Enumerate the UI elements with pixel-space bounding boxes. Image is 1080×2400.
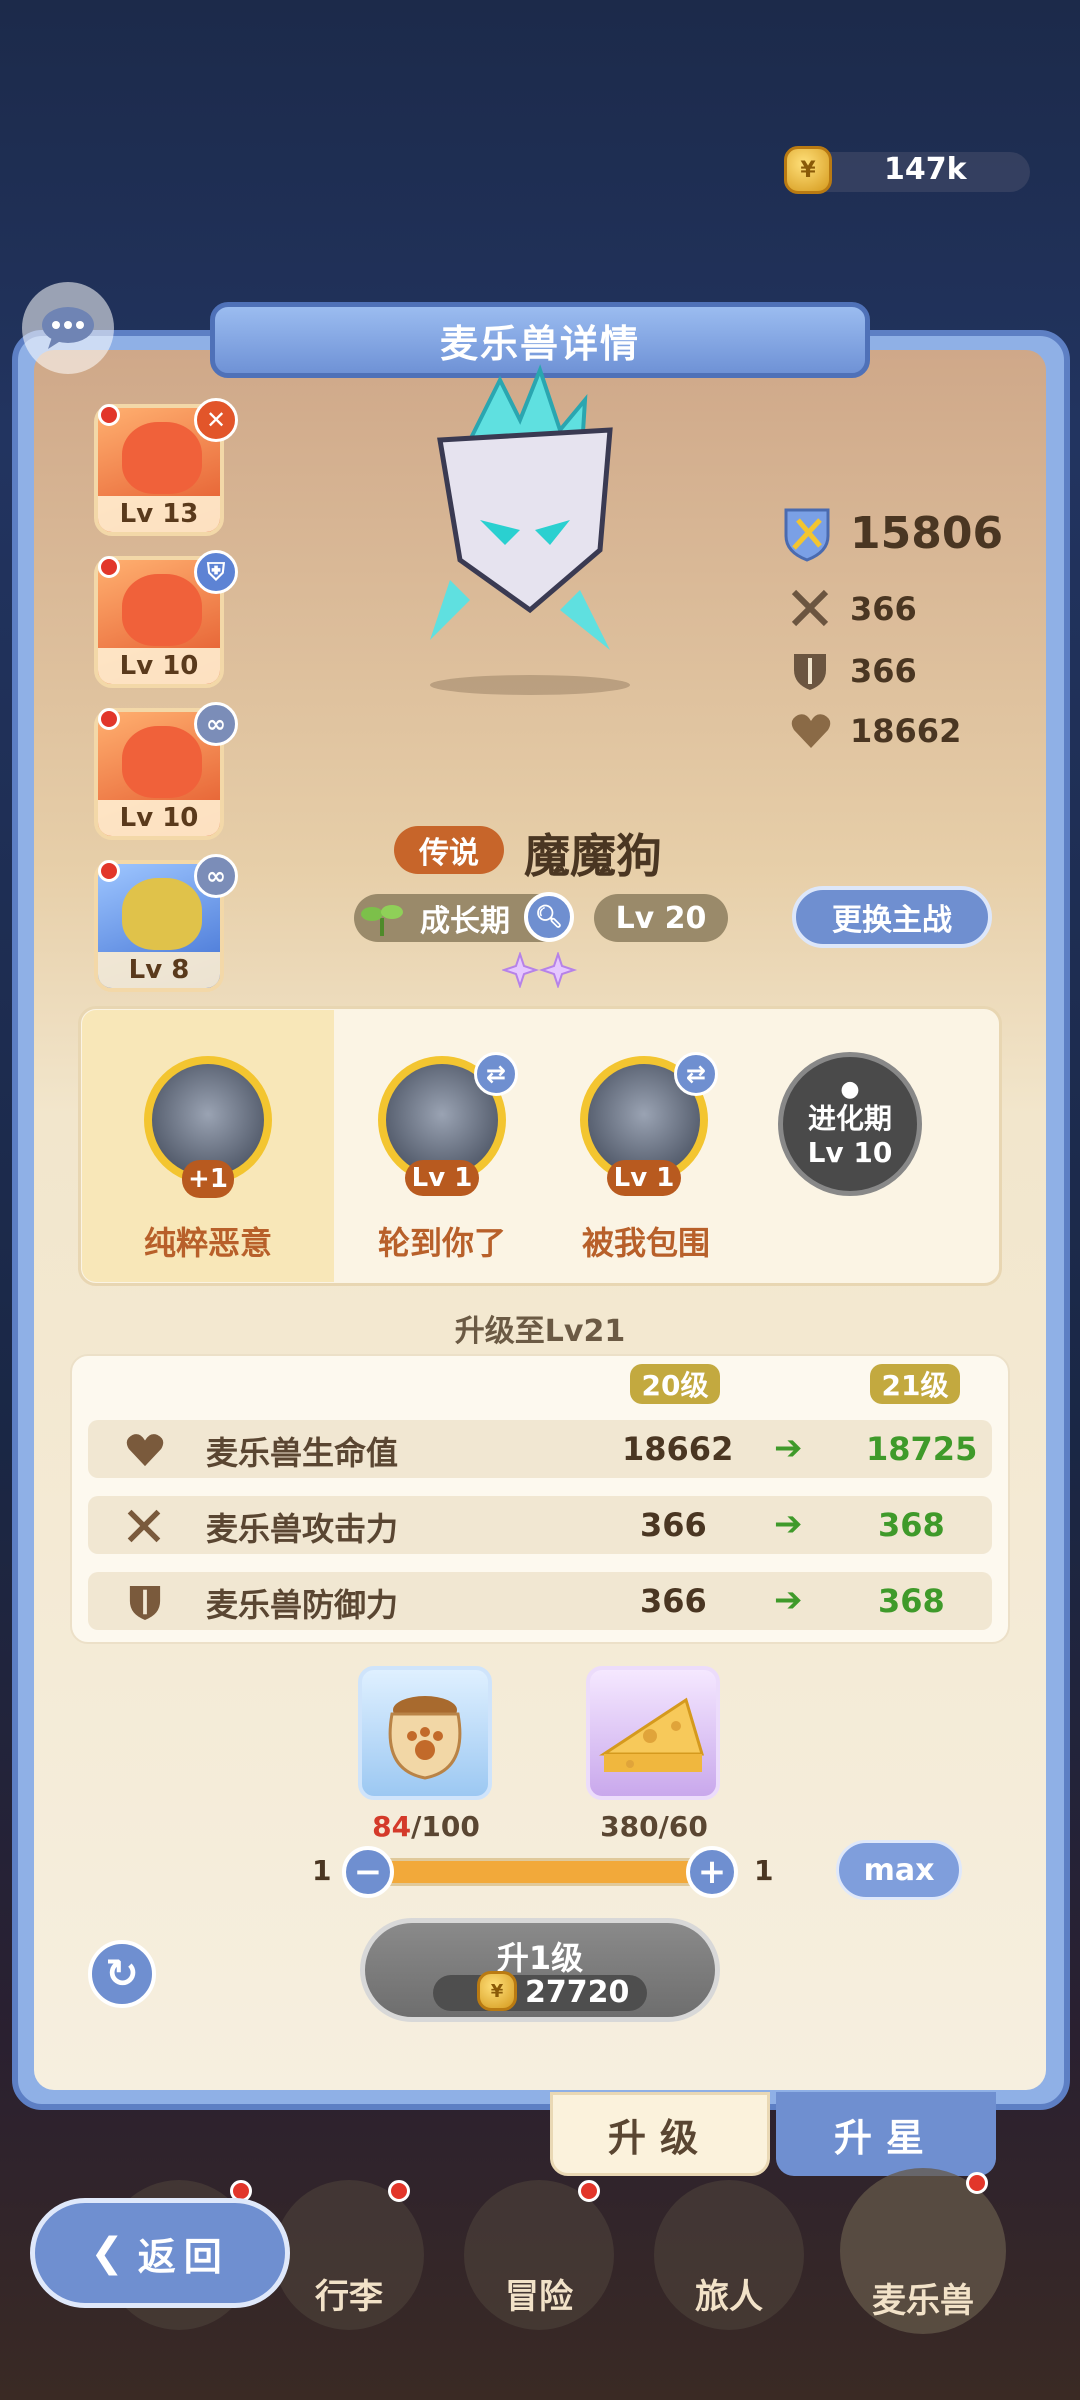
skill-2-level: Lv 1: [405, 1160, 479, 1196]
row-new-value: 18725: [866, 1430, 978, 1468]
pet-slot-level: Lv 8: [98, 952, 220, 988]
swords-icon: [127, 1509, 161, 1543]
pet-level: Lv 20: [594, 894, 728, 942]
tab-upgrade[interactable]: 升级: [550, 2092, 770, 2176]
food-bag-count: 84/100: [326, 1810, 526, 1843]
food-bag-need: /100: [411, 1810, 480, 1843]
gold-coin-icon: ¥: [784, 146, 832, 194]
rarity-badge: 传说: [394, 826, 504, 874]
magnifier-icon: 🔍︎: [535, 904, 563, 930]
notification-dot: [98, 404, 120, 426]
pet-slot-level: Lv 10: [98, 648, 220, 684]
food-bag-icon: [388, 1696, 462, 1780]
locked-stage: 进化期: [807, 1102, 892, 1135]
skill-1-badge: +1: [182, 1160, 234, 1198]
skill-2-name: 轮到你了: [377, 1224, 506, 1262]
nav-adventure-label: 冒险: [505, 2277, 573, 2317]
arrow-right-icon: ➔: [774, 1428, 803, 1468]
swap-icon[interactable]: ⇄: [674, 1052, 718, 1096]
cheese-icon: [598, 1697, 705, 1772]
row-new-value: 368: [878, 1582, 945, 1620]
gold-amount: 147k: [884, 152, 967, 187]
skill-3-name: 被我包围: [581, 1224, 710, 1262]
gold-coin-icon: ¥: [477, 1971, 517, 2011]
nav-pets-label: 麦乐兽: [872, 2281, 974, 2321]
food-bag-have: 84: [372, 1810, 412, 1843]
upgrade-button-label: 升1级: [496, 1939, 584, 1977]
nav-traveler-label: 旅人: [695, 2277, 763, 2317]
nav-bag[interactable]: 行李: [274, 2180, 424, 2330]
row-old-value: 18662: [622, 1430, 734, 1468]
row-label: 麦乐兽防御力: [206, 1586, 399, 1624]
attack-value: 366: [850, 590, 917, 628]
swap-icon[interactable]: ⇄: [474, 1052, 518, 1096]
skill-3-level: Lv 1: [607, 1160, 681, 1196]
increase-button[interactable]: +: [686, 1846, 738, 1898]
cheese-count: 380/60: [600, 1810, 708, 1843]
stage-info-button[interactable]: 🔍︎: [524, 892, 574, 942]
power-value: 15806: [850, 508, 1004, 559]
link-icon: ∞: [194, 854, 238, 898]
arrow-right-icon: ➔: [774, 1504, 803, 1544]
back-label: 返回: [137, 2234, 230, 2279]
food-bag-item[interactable]: [358, 1666, 492, 1800]
swap-main-button[interactable]: 更换主战: [792, 886, 992, 948]
link-icon: ∞: [194, 702, 238, 746]
heart-icon: [791, 714, 831, 748]
upgrade-cost: 27720: [525, 1975, 630, 2010]
back-arrow-icon: ❮: [90, 2230, 124, 2276]
power-icon: [784, 508, 830, 562]
notification-dot: [578, 2180, 600, 2202]
upgrade-button[interactable]: 升1级 ¥ 27720: [360, 1918, 720, 2022]
nav-adventure[interactable]: 冒险: [464, 2180, 614, 2330]
tab-star-up[interactable]: 升星: [776, 2092, 996, 2176]
chat-button[interactable]: [22, 282, 114, 374]
chat-bubble-icon: [42, 307, 94, 349]
nav-bag-label: 行李: [315, 2277, 383, 2317]
sprout-icon: [361, 905, 403, 936]
skill-1-name: 纯粹恶意: [143, 1224, 272, 1262]
pet-slot-level: Lv 10: [98, 800, 220, 836]
max-button[interactable]: max: [836, 1840, 962, 1900]
notification-dot: [98, 860, 120, 882]
heart-icon: [126, 1434, 164, 1467]
next-level-header: 21级: [870, 1364, 960, 1404]
star-rank-icon: [502, 952, 578, 988]
defense-value: 366: [850, 652, 917, 690]
shield-icon: ⛨: [194, 550, 238, 594]
decrease-button[interactable]: −: [342, 1846, 394, 1898]
notification-dot: [966, 2172, 988, 2194]
pet-slot-level: Lv 13: [98, 496, 220, 532]
skill-4-locked[interactable]: ● 进化期 Lv 10: [778, 1052, 922, 1196]
refresh-icon: ↻: [105, 1951, 139, 1997]
refresh-button[interactable]: ↻: [88, 1940, 156, 2008]
hp-value: 18662: [850, 712, 962, 750]
row-new-value: 368: [878, 1506, 945, 1544]
nav-traveler[interactable]: 旅人: [654, 2180, 804, 2330]
shield-icon: [129, 1585, 161, 1620]
cheese-item[interactable]: [586, 1666, 720, 1800]
slider-min: 1: [312, 1854, 332, 1887]
slider-max: 1: [754, 1854, 774, 1887]
row-label: 麦乐兽攻击力: [206, 1510, 399, 1548]
locked-level: Lv 10: [807, 1136, 893, 1169]
shield-icon: [794, 654, 826, 690]
back-button[interactable]: ❮ 返回: [30, 2198, 290, 2308]
lock-icon: ●: [840, 1077, 860, 1102]
row-old-value: 366: [640, 1582, 707, 1620]
growth-stage-label: 成长期: [420, 904, 510, 939]
level-slider[interactable]: [366, 1858, 720, 1886]
pet-name: 魔魔狗: [524, 829, 662, 883]
swords-icon: [791, 589, 829, 627]
row-old-value: 366: [640, 1506, 707, 1544]
arrow-right-icon: ➔: [774, 1580, 803, 1620]
notification-dot: [388, 2180, 410, 2202]
current-level-header: 20级: [630, 1364, 720, 1404]
pet-illustration: [430, 364, 630, 695]
row-label: 麦乐兽生命值: [206, 1434, 399, 1472]
notification-dot: [98, 708, 120, 730]
close-icon: ✕: [194, 398, 238, 442]
notification-dot: [98, 556, 120, 578]
upgrade-title: 升级至Lv21: [454, 1314, 626, 1349]
